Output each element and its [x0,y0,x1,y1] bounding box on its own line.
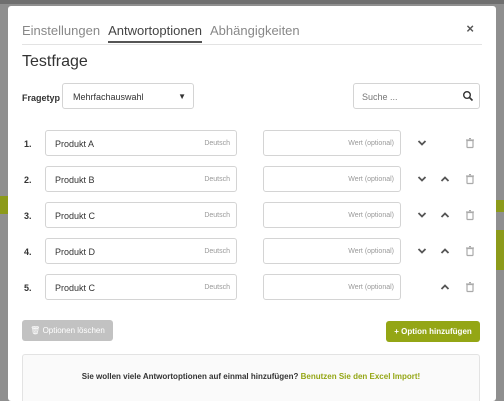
option-name-input[interactable]: Produkt C Deutsch [45,274,237,300]
trash-icon: 🗑 [30,326,41,335]
option-name: Produkt A [55,139,95,149]
tab-bar: Einstellungen Antwortoptionen Abhängigke… [22,23,308,43]
language-tag: Deutsch [204,140,230,147]
option-number: 4. [24,247,32,257]
background-header [0,0,504,4]
tab-divider [22,44,482,45]
option-value-input[interactable]: Wert (optional) [263,238,401,264]
option-number: 3. [24,211,32,221]
move-up-icon[interactable] [439,209,451,221]
option-name-input[interactable]: Produkt D Deutsch [45,238,237,264]
trash-icon[interactable] [464,209,476,221]
option-row: 3. Produkt C Deutsch Wert (optional) [8,202,496,228]
move-down-icon[interactable] [416,173,428,185]
language-tag: Deutsch [204,212,230,219]
option-row: 5. Produkt C Deutsch Wert (optional) [8,274,496,300]
language-tag: Deutsch [204,176,230,183]
trash-icon[interactable] [464,137,476,149]
tab-antwortoptionen[interactable]: Antwortoptionen [108,23,203,43]
tab-abhaengigkeiten[interactable]: Abhängigkeiten [210,23,300,43]
search-icon[interactable] [462,90,474,102]
language-tag: Deutsch [204,284,230,291]
option-name: Produkt B [55,175,95,185]
option-value-input[interactable]: Wert (optional) [263,166,401,192]
language-tag: Deutsch [204,248,230,255]
option-value-input[interactable]: Wert (optional) [263,130,401,156]
move-down-icon[interactable] [416,245,428,257]
fragetyp-value: Mehrfachauswahl [73,92,144,102]
option-name-input[interactable]: Produkt A Deutsch [45,130,237,156]
option-row: 4. Produkt D Deutsch Wert (optional) [8,238,496,264]
tab-einstellungen[interactable]: Einstellungen [22,23,100,43]
answer-options-dialog: Einstellungen Antwortoptionen Abhängigke… [8,6,496,401]
fragetyp-select[interactable]: Mehrfachauswahl ▼ [62,83,194,109]
option-number: 1. [24,139,32,149]
excel-import-link[interactable]: Benutzen Sie den Excel Import! [301,372,421,381]
search-input[interactable]: Suche ... [353,83,480,109]
option-name-input[interactable]: Produkt B Deutsch [45,166,237,192]
fragetyp-label: Fragetyp [22,93,61,103]
option-row: 1. Produkt A Deutsch Wert (optional) [8,130,496,156]
option-name: Produkt C [55,211,96,221]
move-up-icon[interactable] [439,173,451,185]
background-accent-left [0,196,8,214]
trash-icon[interactable] [464,281,476,293]
move-up-icon[interactable] [439,281,451,293]
option-name: Produkt D [55,247,96,257]
option-row: 2. Produkt B Deutsch Wert (optional) [8,166,496,192]
plus-icon: + [394,327,399,336]
option-number: 2. [24,175,32,185]
excel-import-text: Sie wollen viele Antwortoptionen auf ein… [81,372,299,381]
trash-icon[interactable] [464,245,476,257]
background-accent-right-2 [496,230,504,270]
move-down-icon[interactable] [416,209,428,221]
page-title: Testfrage [22,53,88,70]
option-number: 5. [24,283,32,293]
close-icon[interactable]: × [466,21,474,36]
excel-import-hint: Sie wollen viele Antwortoptionen auf ein… [22,354,480,401]
trash-icon[interactable] [464,173,476,185]
option-name-input[interactable]: Produkt C Deutsch [45,202,237,228]
background-accent-right [496,200,504,212]
clear-options-label: Optionen löschen [42,326,105,335]
move-down-icon[interactable] [416,137,428,149]
clear-options-button[interactable]: 🗑 Optionen löschen [22,320,113,341]
option-value-input[interactable]: Wert (optional) [263,274,401,300]
option-value-input[interactable]: Wert (optional) [263,202,401,228]
add-option-label: Option hinzufügen [401,327,472,336]
add-option-button[interactable]: + Option hinzufügen [386,321,480,342]
search-placeholder: Suche ... [362,92,398,102]
caret-down-icon: ▼ [178,92,186,101]
move-up-icon[interactable] [439,245,451,257]
option-name: Produkt C [55,283,96,293]
